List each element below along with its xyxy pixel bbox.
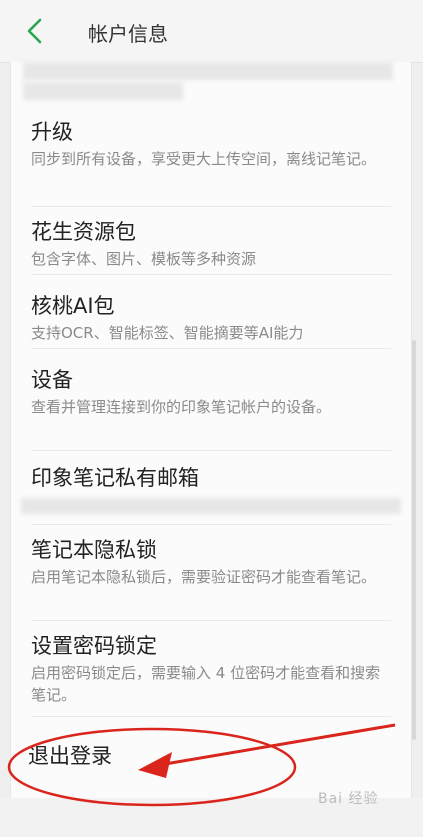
back-chevron-icon[interactable] <box>24 18 46 44</box>
scrollbar[interactable] <box>412 340 416 740</box>
item-title: 花生资源包 <box>31 220 136 244</box>
item-description: 启用密码锁定后，需要输入 4 位密码才能查看和搜索笔记。 <box>31 664 381 704</box>
item-description: 同步到所有设备，享受更大上传空间，离线记笔记。 <box>31 150 377 168</box>
item-description: 启用笔记本隐私锁后，需要验证密码才能查看笔记。 <box>31 568 377 586</box>
item-title: 笔记本隐私锁 <box>31 538 157 562</box>
item-description: 包含字体、图片、模板等多种资源 <box>31 250 257 268</box>
list-item-ai-pack[interactable]: 核桃AI包 支持OCR、智能标签、智能摘要等AI能力 <box>31 292 391 349</box>
item-description: 支持OCR、智能标签、智能摘要等AI能力 <box>31 324 304 342</box>
item-title: 印象笔记私有邮箱 <box>31 466 199 490</box>
blurred-account-detail <box>23 82 183 100</box>
item-title: 设备 <box>31 368 73 392</box>
item-title: 升级 <box>31 120 73 144</box>
list-item-notebook-lock[interactable]: 笔记本隐私锁 启用笔记本隐私锁后，需要验证密码才能查看笔记。 <box>31 536 391 621</box>
item-title: 核桃AI包 <box>31 294 115 318</box>
list-item-upgrade[interactable]: 升级 同步到所有设备，享受更大上传空间，离线记笔记。 <box>31 118 391 207</box>
blurred-email-address <box>21 498 401 514</box>
account-settings-list: 升级 同步到所有设备，享受更大上传空间，离线记笔记。 花生资源包 包含字体、图片… <box>10 62 412 798</box>
list-item-devices[interactable]: 设备 查看并管理连接到你的印象笔记帐户的设备。 <box>31 366 391 451</box>
item-description: 查看并管理连接到你的印象笔记帐户的设备。 <box>31 398 332 416</box>
list-item-private-email[interactable]: 印象笔记私有邮箱 <box>21 464 401 525</box>
page-title: 帐户信息 <box>88 22 168 46</box>
watermark: Bai 经验 <box>318 791 379 807</box>
blurred-account-email <box>23 62 393 80</box>
item-title: 设置密码锁定 <box>31 634 157 658</box>
header-bar: 帐户信息 <box>0 0 423 63</box>
list-item-passcode-lock[interactable]: 设置密码锁定 启用密码锁定后，需要输入 4 位密码才能查看和搜索笔记。 <box>31 632 391 717</box>
list-item-resource-pack[interactable]: 花生资源包 包含字体、图片、模板等多种资源 <box>31 218 391 275</box>
logout-button[interactable]: 退出登录 <box>28 740 112 770</box>
